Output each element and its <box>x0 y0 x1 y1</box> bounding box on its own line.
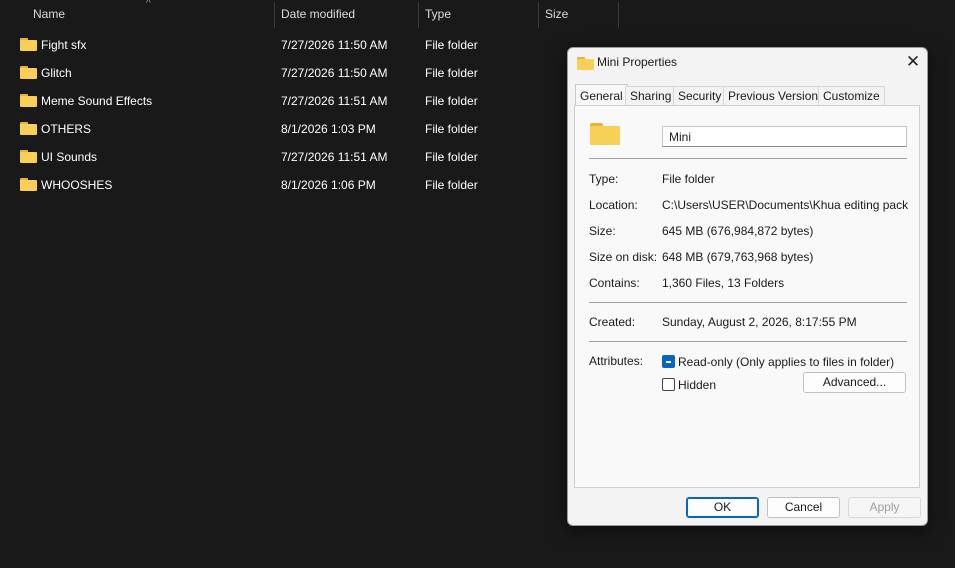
hidden-label[interactable]: Hidden <box>678 378 716 392</box>
attributes-label: Attributes: <box>589 354 644 368</box>
dialog-title: Mini Properties <box>597 55 678 69</box>
properties-dialog: Mini Properties ✕ General Sharing Securi… <box>567 47 928 526</box>
column-header-name-label: Name <box>33 7 66 21</box>
file-date: 8/1/2026 1:06 PM <box>281 178 376 192</box>
column-header-name[interactable]: Name <box>33 0 273 28</box>
contains-value: 1,360 Files, 13 Folders <box>662 276 785 290</box>
file-date: 7/27/2026 11:51 AM <box>281 150 388 164</box>
folder-name-input[interactable] <box>662 126 907 147</box>
column-divider[interactable] <box>418 2 419 28</box>
folder-icon <box>590 123 620 145</box>
folder-icon <box>20 150 37 163</box>
file-date: 7/27/2026 11:50 AM <box>281 38 388 52</box>
folder-icon <box>577 57 594 70</box>
tab-customize[interactable]: Customize <box>818 86 885 105</box>
advanced-button[interactable]: Advanced... <box>803 372 906 393</box>
created-value: Sunday, August 2, 2026, 8:17:55 PM <box>662 315 857 329</box>
size-label: Size: <box>589 224 616 238</box>
file-name: Meme Sound Effects <box>41 94 153 108</box>
divider <box>589 302 907 303</box>
created-label: Created: <box>589 315 636 329</box>
column-header-size-label: Size <box>545 7 569 21</box>
file-type: File folder <box>425 94 478 108</box>
column-header-type[interactable]: Type <box>425 0 535 28</box>
file-type: File folder <box>425 150 478 164</box>
type-label: Type: <box>589 172 619 186</box>
file-type: File folder <box>425 122 478 136</box>
folder-icon <box>20 178 37 191</box>
file-date: 8/1/2026 1:03 PM <box>281 122 376 136</box>
file-row[interactable]: OTHERS 8/1/2026 1:03 PM File folder <box>0 115 620 143</box>
divider <box>589 158 907 159</box>
tab-sharing[interactable]: Sharing <box>625 86 677 105</box>
tab-previous-versions[interactable]: Previous Versions <box>723 86 830 105</box>
size-value: 645 MB (676,984,872 bytes) <box>662 224 814 238</box>
apply-button[interactable]: Apply <box>848 497 921 518</box>
column-header-type-label: Type <box>425 7 452 21</box>
file-row[interactable]: WHOOSHES 8/1/2026 1:06 PM File folder <box>0 171 620 199</box>
divider <box>589 341 907 342</box>
readonly-checkbox[interactable] <box>662 355 675 368</box>
close-icon[interactable]: ✕ <box>902 51 924 73</box>
tab-general[interactable]: General <box>575 84 628 106</box>
column-divider[interactable] <box>538 2 539 28</box>
ok-button[interactable]: OK <box>686 497 759 518</box>
file-name: Glitch <box>41 66 72 80</box>
tab-security[interactable]: Security <box>673 86 727 105</box>
file-name: OTHERS <box>41 122 92 136</box>
file-name: Fight sfx <box>41 38 87 52</box>
readonly-label[interactable]: Read-only (Only applies to files in fold… <box>678 355 894 369</box>
file-row[interactable]: Fight sfx 7/27/2026 11:50 AM File folder <box>0 31 620 59</box>
column-divider[interactable] <box>618 2 619 28</box>
column-header-size[interactable]: Size <box>545 0 615 28</box>
file-date: 7/27/2026 11:51 AM <box>281 94 388 108</box>
folder-icon <box>20 66 37 79</box>
file-type: File folder <box>425 178 478 192</box>
file-name: UI Sounds <box>41 150 98 164</box>
file-type: File folder <box>425 38 478 52</box>
column-header-date[interactable]: Date modified <box>281 0 416 28</box>
hidden-checkbox[interactable] <box>662 378 675 391</box>
contains-label: Contains: <box>589 276 640 290</box>
location-label: Location: <box>589 198 638 212</box>
general-panel: Type: File folder Location: C:\Users\USE… <box>574 105 920 488</box>
column-divider[interactable] <box>274 2 275 28</box>
file-name: WHOOSHES <box>41 178 113 192</box>
type-value: File folder <box>662 172 715 186</box>
folder-icon <box>20 38 37 51</box>
file-row[interactable]: Meme Sound Effects 7/27/2026 11:51 AM Fi… <box>0 87 620 115</box>
file-type: File folder <box>425 66 478 80</box>
folder-icon <box>20 94 37 107</box>
file-row[interactable]: Glitch 7/27/2026 11:50 AM File folder <box>0 59 620 87</box>
sort-ascending-icon: ^ <box>146 0 151 9</box>
column-header-date-label: Date modified <box>281 7 356 21</box>
cancel-button[interactable]: Cancel <box>767 497 840 518</box>
file-row[interactable]: UI Sounds 7/27/2026 11:51 AM File folder <box>0 143 620 171</box>
folder-icon <box>20 122 37 135</box>
size-on-disk-label: Size on disk: <box>589 250 658 264</box>
size-on-disk-value: 648 MB (679,763,968 bytes) <box>662 250 814 264</box>
location-value[interactable]: C:\Users\USER\Documents\Khua editing pac… <box>662 198 908 212</box>
file-date: 7/27/2026 11:50 AM <box>281 66 388 80</box>
